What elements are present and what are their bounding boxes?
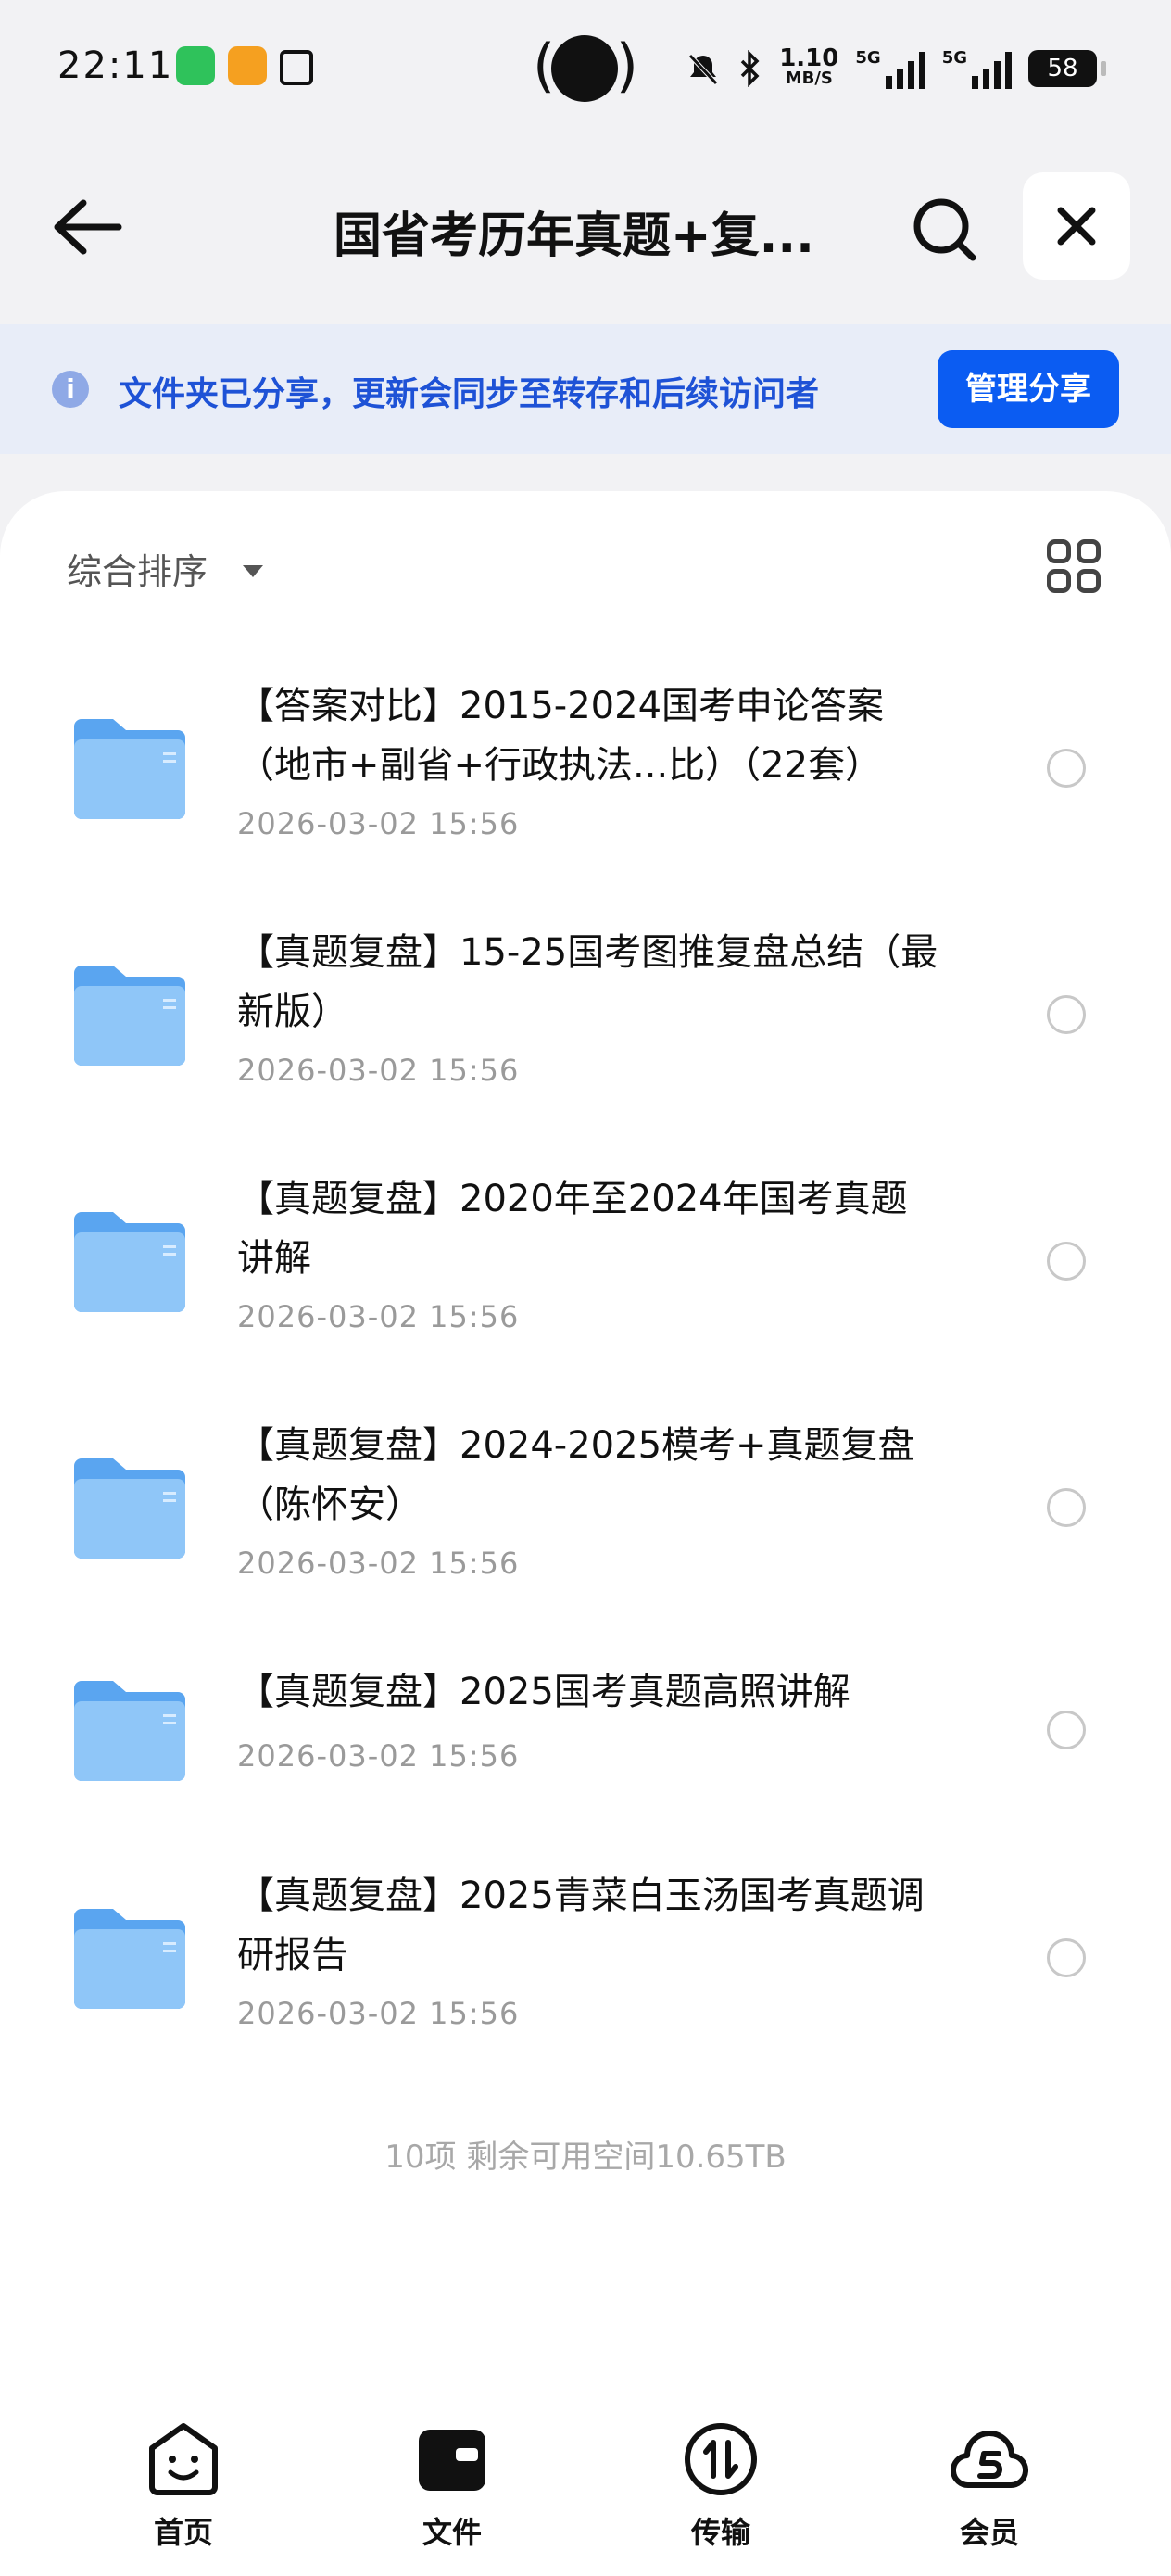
select-radio[interactable] xyxy=(1047,749,1086,788)
status-indicators: 1.10 MB/S 5G 5G 58 xyxy=(685,41,1106,96)
nav-vip-label: 会员 xyxy=(959,2515,1019,2550)
folder-icon xyxy=(74,1458,185,1559)
file-date: 2026-03-02 15:56 xyxy=(237,1546,520,1581)
home-face-icon xyxy=(149,2423,218,2495)
file-list-item[interactable]: 【真题复盘】2020年至2024年国考真题讲解 2026-03-02 15:56 xyxy=(0,1169,1171,1401)
select-radio[interactable] xyxy=(1047,1488,1086,1527)
folder-icon xyxy=(74,966,185,1066)
nav-transfer[interactable]: 传输 xyxy=(647,2420,795,2552)
file-name: 【真题复盘】2025国考真题高照讲解 xyxy=(237,1671,850,1713)
file-list-item[interactable]: 【真题复盘】2025青菜白玉汤国考真题调研报告 2026-03-02 15:56 xyxy=(0,1866,1171,2098)
arrow-left-icon xyxy=(54,199,122,255)
caret-down-icon xyxy=(243,565,264,577)
file-list-item[interactable]: 【真题复盘】2024-2025模考+真题复盘（陈怀安） 2026-03-02 1… xyxy=(0,1416,1171,1648)
top-bar: 国省考历年真题+复... xyxy=(0,167,1171,287)
manage-share-button[interactable]: 管理分享 xyxy=(938,350,1119,428)
search-icon xyxy=(913,198,976,261)
battery-icon: 58 xyxy=(1028,50,1106,87)
back-button[interactable] xyxy=(46,195,130,259)
folder-icon xyxy=(74,719,185,819)
close-button[interactable] xyxy=(1023,172,1130,280)
search-button[interactable] xyxy=(908,193,982,267)
nav-home-label: 首页 xyxy=(153,2515,213,2550)
storage-summary: 10项 剩余可用空间10.65TB xyxy=(384,2139,787,2176)
nav-files[interactable]: 文件 xyxy=(378,2420,526,2552)
status-time: 22:11 xyxy=(57,44,174,87)
sort-label: 综合排序 xyxy=(67,551,208,592)
select-radio[interactable] xyxy=(1047,1711,1086,1749)
nav-vip[interactable]: 会员 xyxy=(915,2420,1064,2552)
clipboard-notification-icon xyxy=(280,50,313,85)
share-notice-banner: i 文件夹已分享，更新会同步至转存和后续访问者 管理分享 xyxy=(0,324,1171,454)
share-notice-text: 文件夹已分享，更新会同步至转存和后续访问者 xyxy=(119,375,820,413)
folder-icon xyxy=(74,1681,185,1781)
file-list-item[interactable]: 【真题复盘】15-25国考图推复盘总结（最新版） 2026-03-02 15:5… xyxy=(0,923,1171,1155)
file-name: 【真题复盘】2020年至2024年国考真题讲解 xyxy=(237,1178,908,1280)
file-name: 【真题复盘】2025青菜白玉汤国考真题调研报告 xyxy=(237,1875,925,1976)
bottom-navigation: 首页 文件 传输 会员 xyxy=(0,2372,1171,2576)
file-date: 2026-03-02 15:56 xyxy=(237,1996,520,2031)
vip-cloud-icon xyxy=(951,2431,1028,2489)
signal-strength-2-icon: 5G xyxy=(942,48,1012,89)
file-date: 2026-03-02 15:56 xyxy=(237,1053,520,1088)
network-speed: 1.10 MB/S xyxy=(779,44,839,88)
sort-dropdown[interactable]: 综合排序 xyxy=(67,543,264,594)
signal-strength-icon: 5G xyxy=(855,48,925,89)
file-date: 2026-03-02 15:56 xyxy=(237,1738,520,1774)
hotspot-indicator-icon: ( ) xyxy=(533,32,638,106)
page-title: 国省考历年真题+复... xyxy=(334,208,814,264)
file-name: 【答案对比】2015-2024国考申论答案（地市+副省+行政执法...比）（22… xyxy=(237,685,885,787)
transfer-icon xyxy=(685,2423,757,2495)
folder-icon xyxy=(74,1212,185,1312)
bluetooth-icon xyxy=(740,50,760,87)
select-radio[interactable] xyxy=(1047,1242,1086,1281)
grid-view-icon xyxy=(1047,539,1071,563)
nav-files-label: 文件 xyxy=(422,2515,482,2550)
nav-transfer-label: 传输 xyxy=(690,2515,750,2550)
file-date: 2026-03-02 15:56 xyxy=(237,806,520,841)
info-icon: i xyxy=(52,371,89,408)
select-radio[interactable] xyxy=(1047,1938,1086,1977)
select-radio[interactable] xyxy=(1047,995,1086,1034)
file-list-panel: 综合排序 【答案对比】2015-2024国考申论答案（地市+副省+行政执法...… xyxy=(0,491,1171,2372)
wechat-notification-icon xyxy=(176,46,215,85)
nav-home[interactable]: 首页 xyxy=(109,2420,258,2552)
file-name: 【真题复盘】15-25国考图推复盘总结（最新版） xyxy=(237,931,938,1033)
file-list-item[interactable]: 【真题复盘】2025国考真题高照讲解 2026-03-02 15:56 xyxy=(0,1662,1171,1829)
file-list-item[interactable]: 【答案对比】2015-2024国考申论答案（地市+副省+行政执法...比）（22… xyxy=(0,676,1171,908)
close-icon xyxy=(1057,207,1096,246)
folder-icon xyxy=(74,1909,185,2009)
wallet-folder-icon xyxy=(419,2430,485,2491)
mute-icon xyxy=(688,54,719,85)
file-name: 【真题复盘】2024-2025模考+真题复盘（陈怀安） xyxy=(237,1424,915,1526)
app-notification-icon xyxy=(228,46,267,85)
grid-view-toggle[interactable] xyxy=(1047,539,1101,593)
file-date: 2026-03-02 15:56 xyxy=(237,1299,520,1334)
status-bar: 22:11 ( ) 1.10 MB/S 5G 5G 58 xyxy=(0,0,1171,139)
